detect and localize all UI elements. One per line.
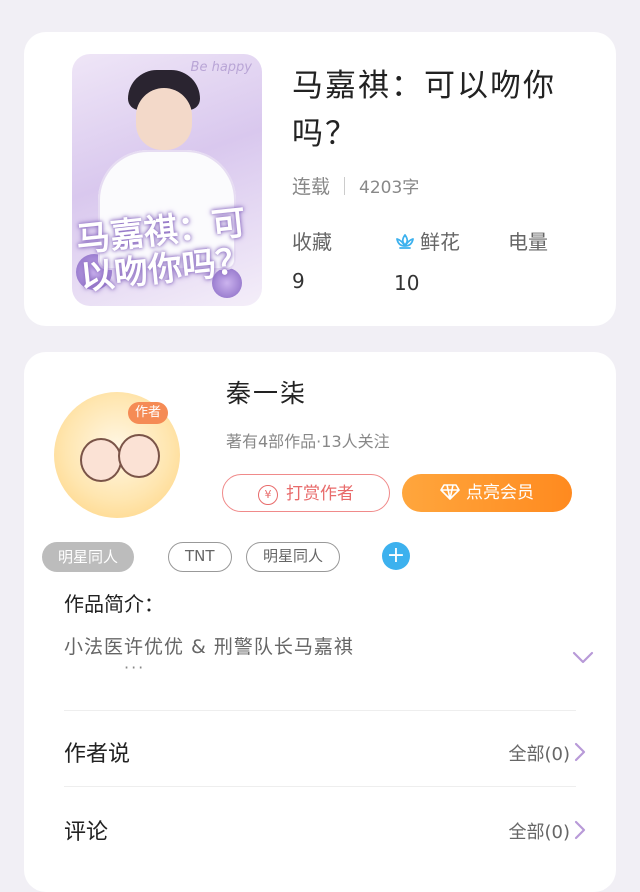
stat-value: 9 <box>292 269 305 293</box>
diamond-icon <box>440 477 460 515</box>
stat-label: 电量 <box>508 230 548 254</box>
author-summary: 著有4部作品·13人关注 <box>226 432 390 451</box>
tag-chip[interactable]: 明星同人 <box>42 542 135 572</box>
stat-favorites[interactable]: 收藏 9 <box>292 226 332 293</box>
vip-label: 点亮会员 <box>466 483 534 503</box>
author-avatar[interactable]: 作者 <box>54 392 180 518</box>
stat-power[interactable]: 电量 <box>508 226 548 269</box>
tag-chip[interactable]: TNT <box>168 542 232 572</box>
book-meta: 连载 4203字 <box>292 172 419 199</box>
tag-chip[interactable]: 明星同人 <box>246 542 341 572</box>
intro-ellipsis: ··· <box>124 658 146 677</box>
book-title: 马嘉祺：可以吻你吗？ <box>292 68 556 152</box>
add-tag-button[interactable]: + <box>382 542 410 570</box>
comments-label: 评论 <box>64 820 109 845</box>
word-count: 4203字 <box>359 178 420 198</box>
book-info-card: Be happy 马嘉祺：可以吻你吗？ 马嘉祺：可以吻你吗？ 连载 4203字 收… <box>24 32 616 326</box>
comments-count: 全部(0) <box>508 822 571 843</box>
cover-figure-face <box>136 88 192 150</box>
intro-title: 作品简介： <box>64 592 164 616</box>
yen-icon: ¥ <box>258 485 278 505</box>
author-tag-badge: 作者 <box>128 402 168 424</box>
book-cover[interactable]: Be happy 马嘉祺：可以吻你吗？ <box>72 54 262 306</box>
stat-value: 10 <box>394 271 420 295</box>
comments-all-link[interactable]: 全部(0) <box>509 818 587 845</box>
author-name[interactable]: 秦一柒 <box>226 374 307 410</box>
serial-status: 连载 <box>292 176 331 198</box>
chevron-right-icon <box>574 742 586 767</box>
meta-divider <box>344 177 346 195</box>
author-note-all-link[interactable]: 全部(0) <box>509 740 587 767</box>
intro-text: 小法医许优优 & 刑警队长马嘉祺 <box>64 636 354 658</box>
avatar-character <box>80 438 122 482</box>
chevron-right-icon <box>574 820 586 845</box>
activate-vip-button[interactable]: 点亮会员 <box>402 474 572 512</box>
divider <box>64 786 576 787</box>
reward-author-button[interactable]: ¥ 打赏作者 <box>222 474 390 512</box>
avatar-character <box>118 434 160 478</box>
author-card: 作者 秦一柒 著有4部作品·13人关注 ¥ 打赏作者 点亮会员 明星同人 TNT … <box>24 352 616 892</box>
cover-corner-text: Be happy <box>190 60 252 75</box>
stat-flowers[interactable]: 鲜花 10 <box>394 226 460 295</box>
divider <box>64 710 576 711</box>
author-note-count: 全部(0) <box>508 744 571 765</box>
author-note-label: 作者说 <box>64 742 131 767</box>
stat-label: 收藏 <box>292 230 332 254</box>
reward-label: 打赏作者 <box>286 484 354 504</box>
stat-label: 鲜花 <box>420 230 460 254</box>
flower-icon <box>394 232 416 257</box>
chevron-down-icon[interactable] <box>572 650 594 669</box>
